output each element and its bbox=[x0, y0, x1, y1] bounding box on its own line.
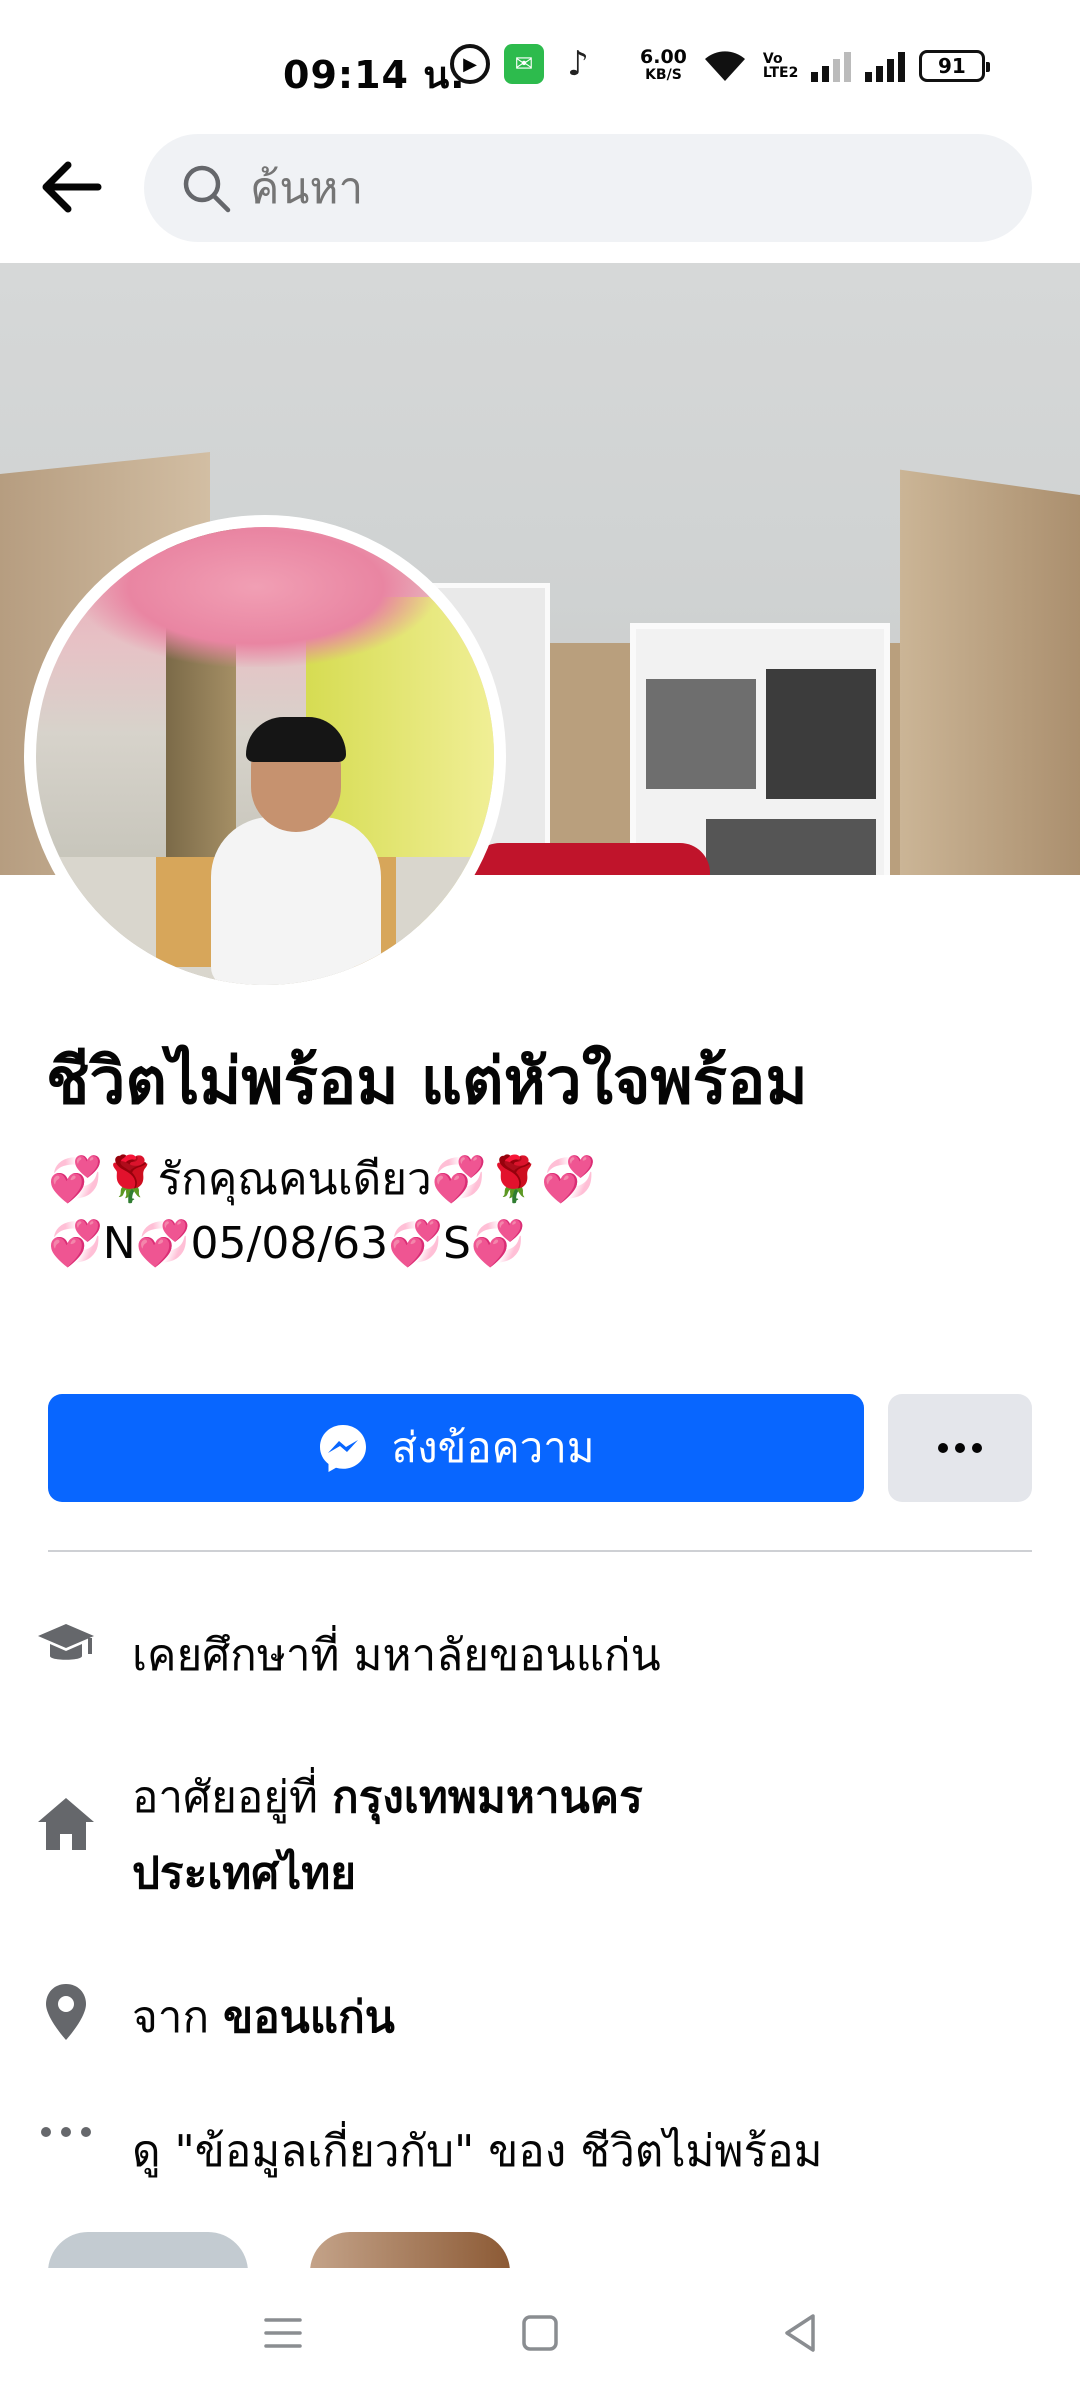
rose-emoji-icon: 🌹 bbox=[102, 1154, 158, 1205]
heart-emoji-icon: 💞 bbox=[135, 1218, 191, 1269]
lives-in-city[interactable]: กรุงเทพมหานคร bbox=[332, 1772, 643, 1823]
heart-emoji-icon: 💞 bbox=[48, 1154, 103, 1205]
signal-sim1-icon bbox=[810, 50, 851, 82]
cover-photo-print bbox=[630, 623, 890, 875]
top-bar bbox=[0, 130, 1080, 248]
send-message-label: ส่งข้อความ bbox=[391, 1423, 595, 1472]
lives-in-country[interactable]: ประเทศไทย bbox=[132, 1848, 356, 1899]
lives-in-prefix: อาศัยอยู่ที่ bbox=[132, 1772, 333, 1823]
bio-date: 05/08/63 bbox=[190, 1218, 389, 1269]
heart-emoji-icon: 💞 bbox=[541, 1154, 597, 1205]
avatar-image bbox=[36, 527, 494, 985]
hometown-place[interactable]: ขอนแก่น bbox=[223, 1992, 395, 2043]
network-speed-unit: KB/S bbox=[645, 67, 682, 83]
status-notification-icons: ▶ ✉ ♪ bbox=[450, 44, 598, 84]
cover-bag-right bbox=[900, 469, 1080, 875]
status-time: 09:14 น. bbox=[283, 53, 466, 97]
network-speed-value: 6.00 bbox=[640, 46, 687, 68]
home-nav-icon[interactable] bbox=[515, 2308, 565, 2358]
profile-bio: 💞🌹รักคุณคนเดียว💞🌹💞 💞N💞05/08/63💞S💞 bbox=[48, 1148, 596, 1276]
graduation-cap-icon bbox=[38, 1624, 94, 1660]
system-navigation-bar bbox=[0, 2268, 1080, 2400]
heart-emoji-icon: 💞 bbox=[470, 1218, 526, 1269]
hometown-info: จาก ขอนแก่น bbox=[132, 1980, 395, 2056]
avatar-person-hair bbox=[246, 717, 346, 762]
status-bar: 09:14 น. ▶ ✉ ♪ 6.00 KB/S Vo LTE2 91 bbox=[0, 0, 1080, 130]
avatar-person-shirt bbox=[211, 817, 381, 985]
bio-text-1: รักคุณคนเดียว bbox=[157, 1154, 432, 1205]
profile-avatar[interactable] bbox=[24, 515, 506, 997]
location-pin-icon bbox=[46, 1984, 86, 2040]
avatar-bg-blossom bbox=[76, 527, 436, 667]
bio-line-1: 💞🌹รักคุณคนเดียว💞🌹💞 bbox=[48, 1148, 596, 1212]
cover-print-image-2 bbox=[766, 669, 876, 799]
tiktok-icon: ♪ bbox=[567, 44, 589, 84]
more-dots-info-icon bbox=[41, 2127, 91, 2137]
volte-icon: Vo LTE2 bbox=[762, 51, 799, 81]
see-about-link[interactable]: ดู "ข้อมูลเกี่ยวกับ" ของ ชีวิตไม่พร้อม bbox=[132, 2114, 823, 2190]
battery-icon: 91 bbox=[918, 50, 990, 82]
bio-initial-n: N bbox=[102, 1218, 136, 1269]
hometown-prefix: จาก bbox=[132, 1992, 224, 2043]
bio-initial-s: S bbox=[442, 1218, 471, 1269]
status-system-icons: 6.00 KB/S Vo LTE2 91 bbox=[640, 48, 990, 84]
back-nav-icon[interactable] bbox=[775, 2308, 825, 2358]
more-dots-icon bbox=[938, 1443, 982, 1453]
cover-print-image-1 bbox=[646, 679, 756, 789]
back-arrow-icon[interactable] bbox=[36, 152, 106, 222]
heart-emoji-icon: 💞 bbox=[388, 1218, 443, 1269]
wifi-icon bbox=[704, 51, 745, 81]
network-speed: 6.00 KB/S bbox=[640, 48, 687, 84]
profile-name: ชีวิตไม่พร้อม แต่หัวใจพร้อม bbox=[46, 1045, 808, 1119]
section-divider bbox=[48, 1550, 1032, 1552]
more-options-button[interactable] bbox=[888, 1394, 1032, 1502]
rose-emoji-icon: 🌹 bbox=[486, 1154, 542, 1205]
send-message-button[interactable]: ส่งข้อความ bbox=[48, 1394, 864, 1502]
search-icon bbox=[183, 165, 231, 213]
battery-level: 91 bbox=[937, 54, 966, 78]
cover-print-image-3 bbox=[706, 819, 876, 875]
menu-nav-icon[interactable] bbox=[258, 2308, 308, 2358]
messenger-icon bbox=[320, 1425, 367, 1472]
signal-sim2-icon bbox=[864, 50, 905, 82]
cover-roses bbox=[470, 843, 710, 875]
line-app-icon: ✉ bbox=[504, 44, 544, 84]
heart-emoji-icon: 💞 bbox=[431, 1154, 487, 1205]
search-input[interactable] bbox=[250, 162, 950, 214]
bio-line-2: 💞N💞05/08/63💞S💞 bbox=[48, 1212, 596, 1276]
search-bar[interactable] bbox=[144, 134, 1032, 242]
home-icon bbox=[38, 1798, 94, 1850]
education-info: เคยศึกษาที่ มหาลัยขอนแก่น bbox=[132, 1630, 661, 1681]
navigation-app-icon: ▶ bbox=[450, 44, 490, 84]
heart-emoji-icon: 💞 bbox=[48, 1218, 103, 1269]
lives-in-info: อาศัยอยู่ที่ กรุงเทพมหานคร ประเทศไทย bbox=[132, 1760, 643, 1912]
